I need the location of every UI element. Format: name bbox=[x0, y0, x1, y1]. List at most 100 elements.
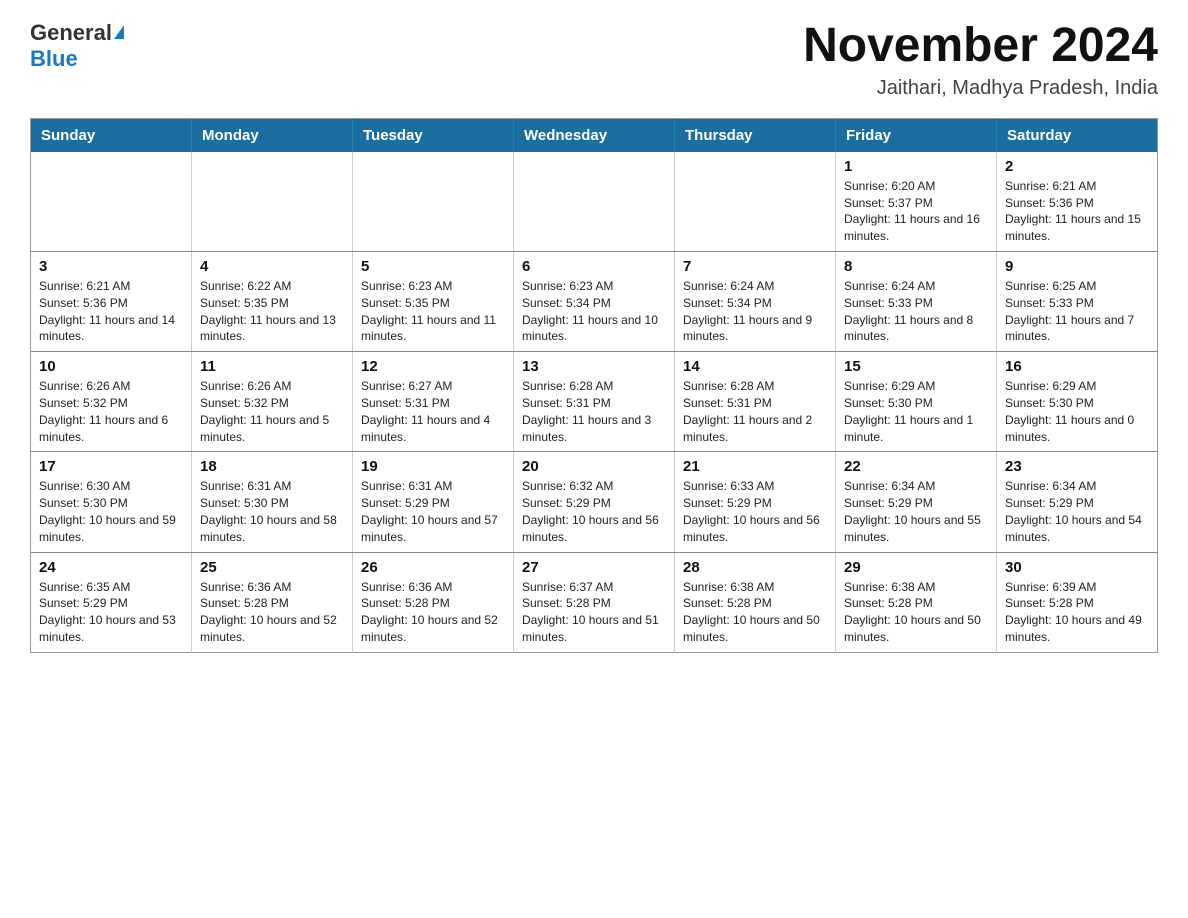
day-number: 19 bbox=[361, 458, 505, 475]
day-number: 14 bbox=[683, 358, 827, 375]
day-info: Sunrise: 6:33 AMSunset: 5:29 PMDaylight:… bbox=[683, 478, 827, 545]
calendar-cell: 27 Sunrise: 6:37 AMSunset: 5:28 PMDayligh… bbox=[514, 552, 675, 652]
day-info: Sunrise: 6:36 AMSunset: 5:28 PMDaylight:… bbox=[361, 579, 505, 646]
calendar-cell bbox=[514, 152, 675, 252]
day-info: Sunrise: 6:31 AMSunset: 5:29 PMDaylight:… bbox=[361, 478, 505, 545]
day-info: Sunrise: 6:26 AMSunset: 5:32 PMDaylight:… bbox=[39, 378, 183, 445]
day-number: 30 bbox=[1005, 559, 1149, 576]
day-info: Sunrise: 6:24 AMSunset: 5:33 PMDaylight:… bbox=[844, 278, 988, 345]
page-header: General Blue November 2024 Jaithari, Mad… bbox=[30, 20, 1158, 100]
day-number: 15 bbox=[844, 358, 988, 375]
calendar-cell: 28Sunrise: 6:38 AMSunset: 5:28 PMDayligh… bbox=[675, 552, 836, 652]
day-number: 9 bbox=[1005, 258, 1149, 275]
day-info: Sunrise: 6:27 AMSunset: 5:31 PMDaylight:… bbox=[361, 378, 505, 445]
calendar-cell bbox=[675, 152, 836, 252]
weekday-header-row: SundayMondayTuesdayWednesdayThursdayFrid… bbox=[31, 118, 1158, 152]
day-info: Sunrise: 6:35 AMSunset: 5:29 PMDaylight:… bbox=[39, 579, 183, 646]
calendar-week-3: 10 Sunrise: 6:26 AMSunset: 5:32 PMDayligh… bbox=[31, 352, 1158, 452]
calendar-cell: 6Sunrise: 6:23 AMSunset: 5:34 PMDaylight… bbox=[514, 251, 675, 351]
day-info: Sunrise: 6:20 AMSunset: 5:37 PMDaylight:… bbox=[844, 178, 988, 245]
calendar-cell bbox=[31, 152, 192, 252]
day-number: 25 bbox=[200, 559, 344, 576]
calendar-cell: 26 Sunrise: 6:36 AMSunset: 5:28 PMDayligh… bbox=[353, 552, 514, 652]
day-number: 11 bbox=[200, 358, 344, 375]
day-number: 16 bbox=[1005, 358, 1149, 375]
weekday-header-tuesday: Tuesday bbox=[353, 118, 514, 152]
calendar-cell: 13 Sunrise: 6:28 AMSunset: 5:31 PMDayligh… bbox=[514, 352, 675, 452]
day-number: 21 bbox=[683, 458, 827, 475]
weekday-header-wednesday: Wednesday bbox=[514, 118, 675, 152]
calendar-cell: 15 Sunrise: 6:29 AMSunset: 5:30 PMDayligh… bbox=[836, 352, 997, 452]
day-number: 5 bbox=[361, 258, 505, 275]
calendar-cell: 22 Sunrise: 6:34 AMSunset: 5:29 PMDayligh… bbox=[836, 452, 997, 552]
weekday-header-friday: Friday bbox=[836, 118, 997, 152]
day-info: Sunrise: 6:34 AMSunset: 5:29 PMDaylight:… bbox=[1005, 478, 1149, 545]
day-number: 23 bbox=[1005, 458, 1149, 475]
day-info: Sunrise: 6:39 AMSunset: 5:28 PMDaylight:… bbox=[1005, 579, 1149, 646]
calendar-week-4: 17 Sunrise: 6:30 AMSunset: 5:30 PMDayligh… bbox=[31, 452, 1158, 552]
calendar-week-1: 1Sunrise: 6:20 AMSunset: 5:37 PMDaylight… bbox=[31, 152, 1158, 252]
day-info: Sunrise: 6:21 AMSunset: 5:36 PMDaylight:… bbox=[1005, 178, 1149, 245]
day-number: 22 bbox=[844, 458, 988, 475]
day-number: 27 bbox=[522, 559, 666, 576]
calendar-cell: 11Sunrise: 6:26 AMSunset: 5:32 PMDayligh… bbox=[192, 352, 353, 452]
calendar-cell: 29 Sunrise: 6:38 AMSunset: 5:28 PMDayligh… bbox=[836, 552, 997, 652]
calendar-cell: 30 Sunrise: 6:39 AMSunset: 5:28 PMDayligh… bbox=[997, 552, 1158, 652]
calendar-week-5: 24Sunrise: 6:35 AMSunset: 5:29 PMDayligh… bbox=[31, 552, 1158, 652]
calendar-cell bbox=[353, 152, 514, 252]
calendar-cell: 1Sunrise: 6:20 AMSunset: 5:37 PMDaylight… bbox=[836, 152, 997, 252]
day-number: 13 bbox=[522, 358, 666, 375]
calendar-cell: 14 Sunrise: 6:28 AMSunset: 5:31 PMDayligh… bbox=[675, 352, 836, 452]
calendar-cell: 7 Sunrise: 6:24 AMSunset: 5:34 PMDaylight… bbox=[675, 251, 836, 351]
calendar-cell: 12 Sunrise: 6:27 AMSunset: 5:31 PMDayligh… bbox=[353, 352, 514, 452]
day-info: Sunrise: 6:38 AMSunset: 5:28 PMDaylight:… bbox=[683, 579, 827, 646]
day-info: Sunrise: 6:24 AMSunset: 5:34 PMDaylight:… bbox=[683, 278, 827, 345]
day-info: Sunrise: 6:36 AMSunset: 5:28 PMDaylight:… bbox=[200, 579, 344, 646]
day-info: Sunrise: 6:38 AMSunset: 5:28 PMDaylight:… bbox=[844, 579, 988, 646]
day-info: Sunrise: 6:22 AMSunset: 5:35 PMDaylight:… bbox=[200, 278, 344, 345]
day-info: Sunrise: 6:34 AMSunset: 5:29 PMDaylight:… bbox=[844, 478, 988, 545]
calendar-cell: 19 Sunrise: 6:31 AMSunset: 5:29 PMDayligh… bbox=[353, 452, 514, 552]
calendar-cell: 10 Sunrise: 6:26 AMSunset: 5:32 PMDayligh… bbox=[31, 352, 192, 452]
day-info: Sunrise: 6:30 AMSunset: 5:30 PMDaylight:… bbox=[39, 478, 183, 545]
day-number: 8 bbox=[844, 258, 988, 275]
day-number: 12 bbox=[361, 358, 505, 375]
title-area: November 2024 Jaithari, Madhya Pradesh, … bbox=[803, 20, 1158, 100]
day-number: 6 bbox=[522, 258, 666, 275]
calendar-cell: 21 Sunrise: 6:33 AMSunset: 5:29 PMDayligh… bbox=[675, 452, 836, 552]
calendar-week-2: 3 Sunrise: 6:21 AMSunset: 5:36 PMDaylight… bbox=[31, 251, 1158, 351]
day-number: 3 bbox=[39, 258, 183, 275]
calendar-cell: 9Sunrise: 6:25 AMSunset: 5:33 PMDaylight… bbox=[997, 251, 1158, 351]
day-number: 10 bbox=[39, 358, 183, 375]
calendar-cell: 24Sunrise: 6:35 AMSunset: 5:29 PMDayligh… bbox=[31, 552, 192, 652]
day-info: Sunrise: 6:23 AMSunset: 5:35 PMDaylight:… bbox=[361, 278, 505, 345]
calendar-cell: 23 Sunrise: 6:34 AMSunset: 5:29 PMDayligh… bbox=[997, 452, 1158, 552]
location-subtitle: Jaithari, Madhya Pradesh, India bbox=[803, 77, 1158, 100]
day-info: Sunrise: 6:37 AMSunset: 5:28 PMDaylight:… bbox=[522, 579, 666, 646]
day-info: Sunrise: 6:31 AMSunset: 5:30 PMDaylight:… bbox=[200, 478, 344, 545]
logo-general-text: General bbox=[30, 20, 112, 46]
calendar-cell: 5 Sunrise: 6:23 AMSunset: 5:35 PMDaylight… bbox=[353, 251, 514, 351]
calendar-cell: 20 Sunrise: 6:32 AMSunset: 5:29 PMDayligh… bbox=[514, 452, 675, 552]
day-number: 17 bbox=[39, 458, 183, 475]
day-info: Sunrise: 6:29 AMSunset: 5:30 PMDaylight:… bbox=[1005, 378, 1149, 445]
calendar-cell: 3 Sunrise: 6:21 AMSunset: 5:36 PMDaylight… bbox=[31, 251, 192, 351]
calendar-cell: 25 Sunrise: 6:36 AMSunset: 5:28 PMDayligh… bbox=[192, 552, 353, 652]
weekday-header-monday: Monday bbox=[192, 118, 353, 152]
day-info: Sunrise: 6:28 AMSunset: 5:31 PMDaylight:… bbox=[683, 378, 827, 445]
day-info: Sunrise: 6:29 AMSunset: 5:30 PMDaylight:… bbox=[844, 378, 988, 445]
day-number: 2 bbox=[1005, 158, 1149, 175]
day-number: 7 bbox=[683, 258, 827, 275]
day-number: 29 bbox=[844, 559, 988, 576]
day-info: Sunrise: 6:28 AMSunset: 5:31 PMDaylight:… bbox=[522, 378, 666, 445]
page-title: November 2024 bbox=[803, 20, 1158, 73]
weekday-header-thursday: Thursday bbox=[675, 118, 836, 152]
day-info: Sunrise: 6:32 AMSunset: 5:29 PMDaylight:… bbox=[522, 478, 666, 545]
calendar-cell: 8 Sunrise: 6:24 AMSunset: 5:33 PMDaylight… bbox=[836, 251, 997, 351]
calendar-cell bbox=[192, 152, 353, 252]
calendar-cell: 16 Sunrise: 6:29 AMSunset: 5:30 PMDayligh… bbox=[997, 352, 1158, 452]
logo-triangle-icon bbox=[114, 25, 124, 39]
day-number: 26 bbox=[361, 559, 505, 576]
day-number: 20 bbox=[522, 458, 666, 475]
day-info: Sunrise: 6:21 AMSunset: 5:36 PMDaylight:… bbox=[39, 278, 183, 345]
